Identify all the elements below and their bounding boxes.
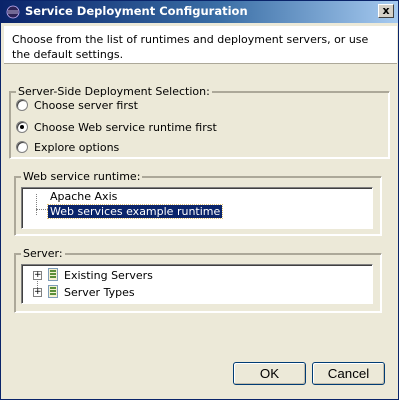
runtime-legend: Web service runtime: — [21, 170, 143, 183]
dialog-title: Service Deployment Configuration — [25, 4, 248, 18]
title-bar[interactable]: Service Deployment Configuration x — [1, 1, 398, 23]
server-folder-icon — [48, 268, 58, 281]
radio-button[interactable] — [16, 99, 28, 111]
close-button[interactable]: x — [378, 4, 394, 18]
radio-button-selected[interactable] — [16, 121, 28, 133]
deployment-selection-group: Server-Side Deployment Selection: Choose… — [9, 85, 390, 159]
runtime-item-apache-axis[interactable]: Apache Axis — [48, 190, 119, 203]
eclipse-icon — [6, 5, 20, 19]
dialog-window: Service Deployment Configuration x Choos… — [0, 0, 399, 400]
server-group: Server: + Existing Servers + Server Type… — [14, 247, 382, 313]
server-legend: Server: — [21, 247, 65, 260]
dialog-description: Choose from the list of runtimes and dep… — [4, 26, 397, 64]
deployment-selection-legend: Server-Side Deployment Selection: — [16, 85, 212, 98]
radio-button[interactable] — [16, 141, 28, 153]
ok-button[interactable]: OK — [233, 362, 306, 385]
radio-label[interactable]: Explore options — [34, 140, 119, 155]
radio-label[interactable]: Choose server first — [34, 98, 138, 113]
radio-label[interactable]: Choose Web service runtime first — [34, 120, 217, 135]
server-tree[interactable]: + Existing Servers + Server Types — [21, 264, 373, 304]
server-item-server-types[interactable]: Server Types — [62, 286, 137, 299]
close-icon: x — [382, 4, 390, 17]
server-item-existing-servers[interactable]: Existing Servers — [62, 269, 155, 282]
runtime-list[interactable]: Apache Axis Web services example runtime — [21, 187, 373, 229]
expand-icon[interactable]: + — [33, 288, 42, 297]
cancel-button[interactable]: Cancel — [312, 362, 385, 385]
runtime-item-example-runtime[interactable]: Web services example runtime — [46, 204, 224, 219]
runtime-group: Web service runtime: Apache Axis Web ser… — [14, 170, 382, 236]
server-folder-icon — [48, 285, 58, 298]
expand-icon[interactable]: + — [33, 271, 42, 280]
